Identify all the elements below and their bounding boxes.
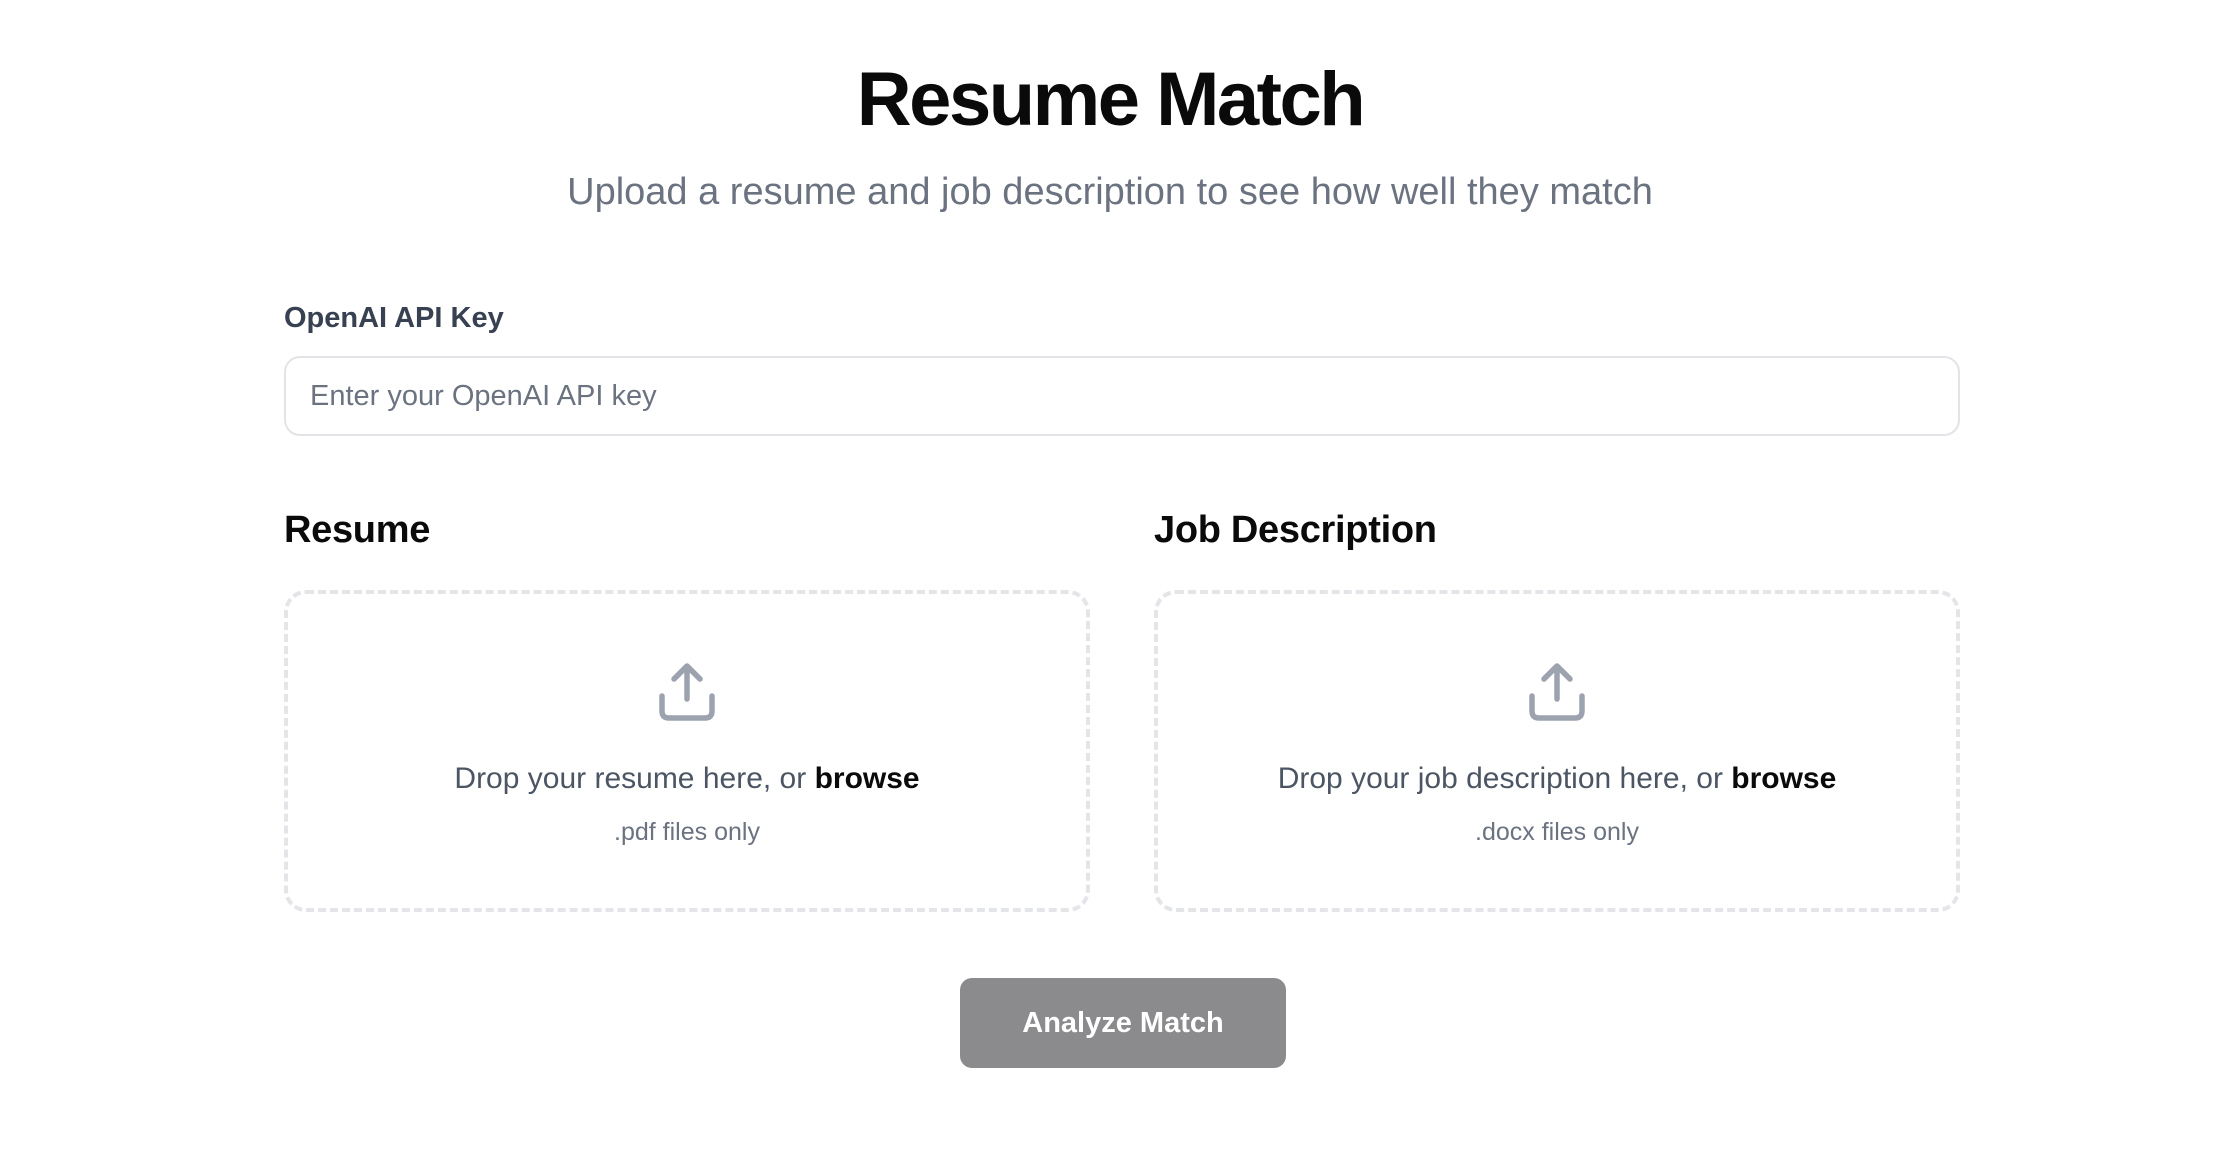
resume-file-hint: .pdf files only — [614, 818, 760, 846]
job-description-file-hint: .docx files only — [1475, 818, 1639, 846]
api-key-input[interactable] — [284, 356, 1960, 436]
job-description-heading: Job Description — [1154, 509, 1437, 551]
upload-icon — [1527, 662, 1587, 722]
resume-heading: Resume — [284, 509, 431, 551]
page-title: Resume Match — [856, 57, 1366, 142]
job-description-browse-link[interactable]: browse — [1731, 762, 1836, 795]
job-description-drop-instruction: Drop your job description here, or — [1277, 762, 1732, 795]
resume-drop-instruction: Drop your resume here, or — [454, 762, 815, 795]
resume-browse-link[interactable]: browse — [815, 762, 920, 795]
page-header: Resume Match Upload a resume and job des… — [0, 50, 2220, 216]
job-description-drop-text: Drop your job description here, or brows… — [1158, 760, 1956, 798]
page-subtitle: Upload a resume and job description to s… — [567, 171, 1653, 213]
analyze-match-button[interactable]: Analyze Match — [960, 978, 1286, 1068]
resume-dropzone[interactable]: Drop your resume here, or browse .pdf fi… — [284, 590, 1090, 912]
job-description-dropzone[interactable]: Drop your job description here, or brows… — [1154, 590, 1960, 912]
page: Resume Match Upload a resume and job des… — [0, 0, 2220, 1172]
upload-icon — [657, 662, 717, 722]
resume-drop-text: Drop your resume here, or browse — [288, 760, 1086, 798]
api-key-label: OpenAI API Key — [284, 302, 504, 334]
